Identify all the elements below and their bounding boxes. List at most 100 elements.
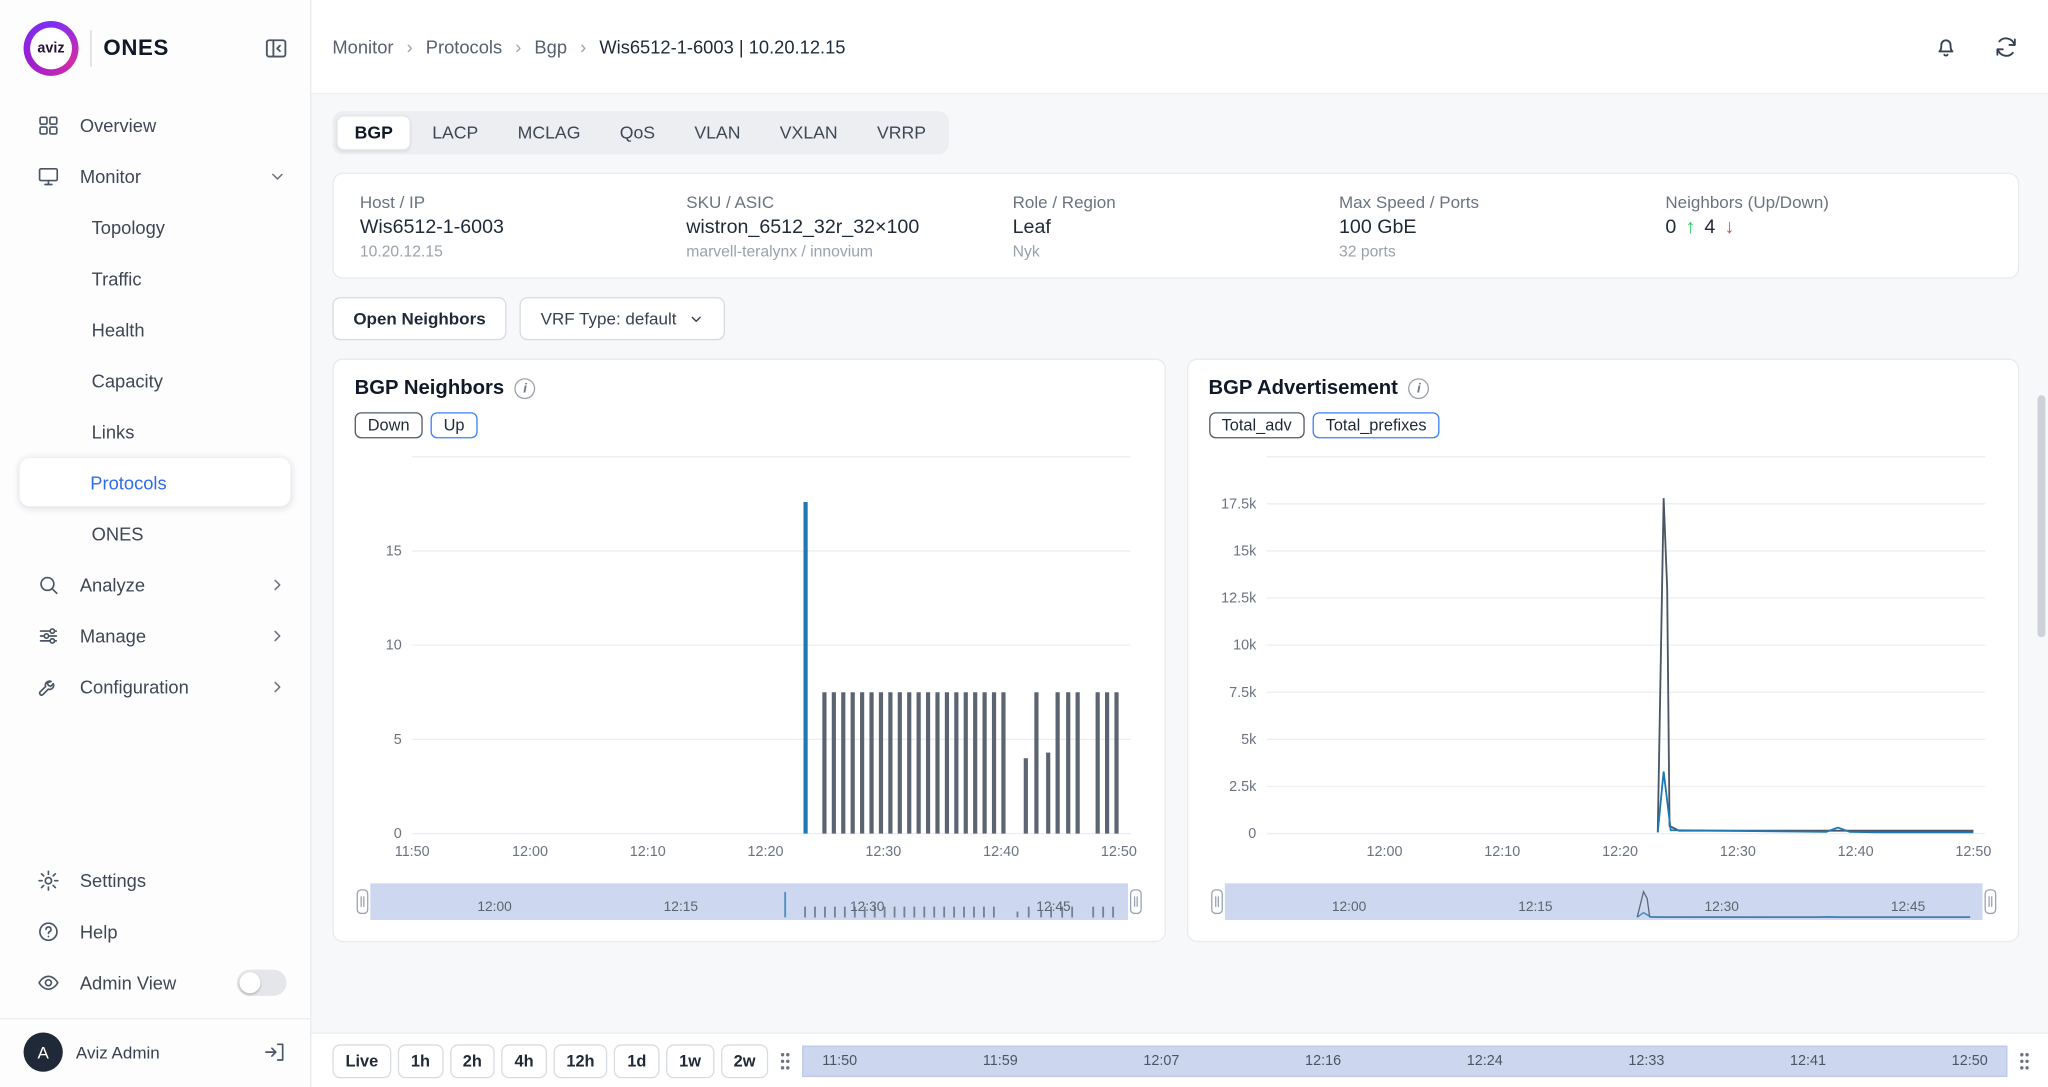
app: aviz ONES Overview Monitor [0,0,2048,1087]
down-arrow-icon: ↓ [1725,216,1735,238]
sidebar-item-admin-view[interactable]: Admin View [0,957,310,1008]
svg-text:15k: 15k [1232,544,1256,560]
svg-text:12:40: 12:40 [983,844,1019,860]
sidebar-item-analyze[interactable]: Analyze [0,559,310,610]
wrench-icon [37,675,61,699]
time-button-1h[interactable]: 1h [398,1044,443,1078]
topbar: Monitor › Protocols › Bgp › Wis6512-1-60… [311,0,2048,94]
tab-lacp[interactable]: LACP [414,115,497,150]
sidebar-item-ones[interactable]: ONES [0,508,310,559]
scrollbar-thumb[interactable] [2038,395,2046,637]
svg-text:12:00: 12:00 [512,844,548,860]
app-name: ONES [103,35,169,61]
device-info-card: Host / IP Wis6512-1-6003 10.20.12.15 SKU… [332,173,2019,279]
tab-mclag[interactable]: MCLAG [499,115,598,150]
sidebar-item-capacity[interactable]: Capacity [0,355,310,406]
chart-header: BGP Neighbors i [355,377,1143,401]
chart-title: BGP Advertisement [1209,377,1398,401]
legend-chip-up[interactable]: Up [430,412,477,438]
scrollbar[interactable] [2036,94,2045,1032]
time-button-live[interactable]: Live [332,1044,391,1078]
sidebar-collapse-button[interactable] [260,33,291,64]
svg-text:11:50: 11:50 [395,844,430,860]
sidebar-item-label: Manage [80,625,146,646]
vrf-type-select[interactable]: VRF Type: default [520,297,725,340]
sidebar-item-protocols[interactable]: Protocols [20,458,291,506]
svg-text:12:15: 12:15 [1518,899,1553,914]
sidebar: aviz ONES Overview Monitor [0,0,311,1087]
sidebar-item-health[interactable]: Health [0,304,310,355]
logout-button[interactable] [263,1040,287,1064]
svg-text:12:50: 12:50 [1955,844,1991,860]
sidebar-item-help[interactable]: Help [0,906,310,957]
slider-label: 12:07 [1143,1053,1179,1069]
refresh-button[interactable] [1993,33,2019,59]
time-button-2h[interactable]: 2h [450,1044,495,1078]
sidebar-item-label: ONES [92,523,144,544]
sidebar-item-traffic[interactable]: Traffic [0,253,310,304]
sidebar-item-links[interactable]: Links [0,406,310,457]
sidebar-item-settings[interactable]: Settings [0,855,310,906]
sidebar-item-manage[interactable]: Manage [0,610,310,661]
time-button-4h[interactable]: 4h [501,1044,546,1078]
neighbors-down-count: 4 [1704,216,1715,238]
chart-brush[interactable]: 12:0012:1512:3012:45 [355,882,1143,928]
sidebar-item-label: Admin View [80,972,176,993]
sidebar-item-label: Links [92,421,135,442]
chart-title: BGP Neighbors [355,377,505,401]
sidebar-item-configuration[interactable]: Configuration [0,661,310,712]
info-sub: 10.20.12.15 [360,242,686,260]
info-icon[interactable]: i [515,378,536,399]
sidebar-item-label: Monitor [80,166,141,187]
svg-text:15: 15 [386,544,402,560]
sidebar-item-topology[interactable]: Topology [0,202,310,253]
legend-chip-total-prefixes[interactable]: Total_prefixes [1313,412,1440,438]
time-button-1w[interactable]: 1w [666,1044,714,1078]
user-row: A Aviz Admin [0,1018,310,1087]
notifications-button[interactable] [1933,33,1959,59]
neighbors-up-count: 0 [1665,216,1676,238]
info-sub: 32 ports [1339,242,1665,260]
sidebar-item-label: Capacity [92,370,163,391]
tab-vxlan[interactable]: VXLAN [761,115,856,150]
slider-label: 11:50 [822,1053,857,1069]
admin-view-toggle[interactable] [237,969,287,995]
tab-vlan[interactable]: VLAN [676,115,759,150]
bgp-neighbors-card: BGP Neighbors i Down Up 05101511:5012:00… [332,359,1165,943]
breadcrumb-protocols[interactable]: Protocols [426,36,502,57]
bgp-neighbors-chart: 05101511:5012:0012:1012:2012:3012:4012:5… [355,444,1144,865]
time-button-2w[interactable]: 2w [721,1044,769,1078]
sidebar-item-label: Analyze [80,574,145,595]
slider-left-grip[interactable] [775,1050,796,1071]
legend-chip-total-adv[interactable]: Total_adv [1209,412,1305,438]
svg-text:5: 5 [394,732,402,748]
tab-vrrp[interactable]: VRRP [859,115,945,150]
svg-text:12:15: 12:15 [664,899,699,914]
breadcrumb-monitor[interactable]: Monitor [332,36,393,57]
svg-text:12:10: 12:10 [1484,844,1520,860]
breadcrumb-bgp[interactable]: Bgp [534,36,567,57]
tab-qos[interactable]: QoS [601,115,673,150]
eye-icon [37,970,61,994]
bgp-neighbors-brush[interactable]: 12:0012:1512:3012:45 [355,882,1144,921]
refresh-icon [1993,33,2019,59]
legend-chip-down[interactable]: Down [355,412,423,438]
open-neighbors-button[interactable]: Open Neighbors [332,297,506,340]
time-range-slider[interactable]: 11:50 11:59 12:07 12:16 12:24 12:33 12:4… [803,1045,2008,1076]
chart-brush[interactable]: 12:0012:1512:3012:45 [1209,882,1997,928]
time-button-12h[interactable]: 12h [553,1044,607,1078]
sidebar-item-monitor[interactable]: Monitor [0,150,310,201]
slider-label: 12:16 [1305,1053,1341,1069]
sidebar-item-overview[interactable]: Overview [0,99,310,150]
tab-bgp[interactable]: BGP [336,115,411,150]
slider-right-grip[interactable] [2014,1050,2035,1071]
time-button-1d[interactable]: 1d [614,1044,659,1078]
chart-header: BGP Advertisement i [1209,377,1997,401]
svg-text:12:30: 12:30 [865,844,901,860]
info-label: Max Speed / Ports [1339,192,1665,212]
breadcrumb-current-device: Wis6512-1-6003 | 10.20.12.15 [599,36,845,57]
topbar-icons [1933,33,2019,59]
bgp-advertisement-brush[interactable]: 12:0012:1512:3012:45 [1209,882,1998,921]
svg-text:12:45: 12:45 [1036,899,1071,914]
info-icon[interactable]: i [1408,378,1429,399]
